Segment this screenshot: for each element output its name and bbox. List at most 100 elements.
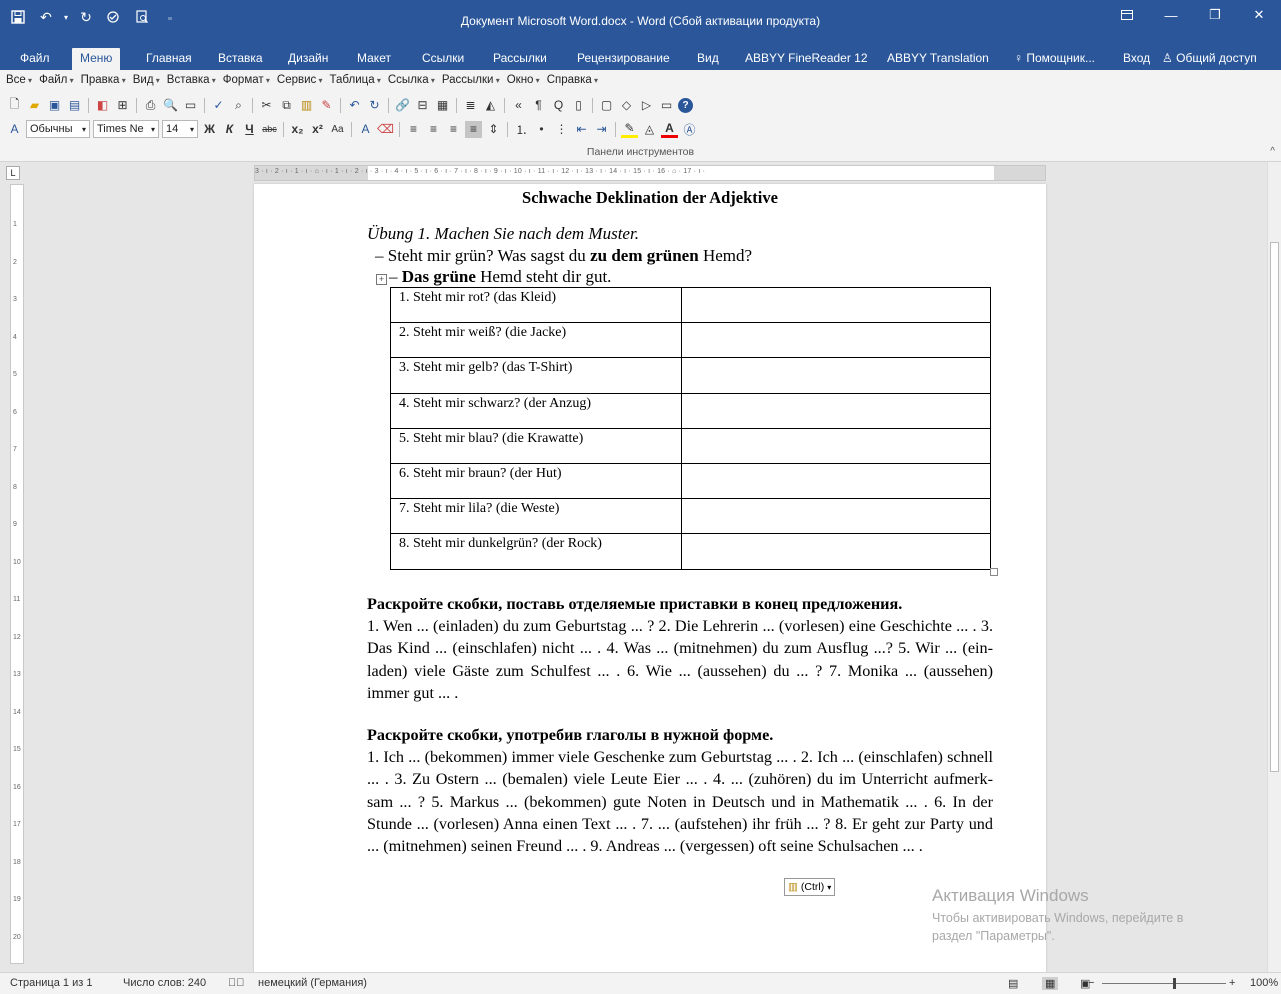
menu-link[interactable]: Ссылка (388, 74, 435, 92)
read-mode-icon[interactable]: ▤ (1008, 977, 1018, 990)
answer-cell[interactable] (681, 427, 991, 464)
answer-cell[interactable] (681, 462, 991, 500)
open-folder-icon[interactable]: ▰ (26, 97, 43, 114)
collapse-ribbon-icon[interactable]: ^ (1270, 146, 1275, 157)
zoom-slider[interactable] (1102, 983, 1226, 984)
tables-borders-icon[interactable]: ⊟ (414, 97, 431, 114)
decrease-indent-icon[interactable]: ⇤ (573, 121, 590, 138)
bullets-icon[interactable]: • (533, 121, 550, 138)
spelling-icon[interactable]: ✓ (210, 97, 227, 114)
tab-selector-icon[interactable]: L (6, 166, 20, 180)
quote-icon[interactable]: « (510, 97, 527, 114)
table-cell[interactable]: 1. Steht mir rot? (das Kleid) (390, 286, 682, 324)
answer-cell[interactable] (681, 533, 991, 570)
copy-icon[interactable]: ⧉ (278, 97, 295, 114)
style-select[interactable]: Обычны ▾ (26, 120, 90, 138)
insert-table-icon[interactable]: ▦ (434, 97, 451, 114)
menu-all[interactable]: Все (6, 74, 32, 92)
page-setup-icon[interactable]: ▭ (182, 97, 199, 114)
menu-view[interactable]: Вид (133, 74, 160, 92)
dropdown-arrow-icon[interactable]: ▾ (62, 6, 70, 28)
table-cell[interactable]: 2. Steht mir weiß? (die Jacke) (390, 322, 682, 359)
document-page[interactable]: Schwache Deklination der Adjektive Übung… (254, 184, 1046, 974)
zoom-icon[interactable]: Q (550, 97, 567, 114)
clear-formatting-icon[interactable]: ⌫ (377, 121, 394, 138)
tab-insert[interactable]: Вставка (218, 48, 263, 70)
table-cell[interactable]: 4. Steht mir schwarz? (der Anzug) (390, 392, 682, 429)
paste-icon[interactable]: ▥ (298, 97, 315, 114)
tab-abbyy-finereader[interactable]: ABBYY FineReader 12 (745, 48, 868, 70)
underline-icon[interactable]: Ч (241, 121, 258, 138)
menu-mailings[interactable]: Рассылки (442, 74, 500, 92)
spellcheck-icon[interactable] (102, 6, 126, 28)
menu-file[interactable]: Файл (39, 74, 74, 92)
subscript-icon[interactable]: x₂ (289, 121, 306, 138)
window-icon[interactable]: ▭ (658, 97, 675, 114)
numbering-icon[interactable]: ⒈ (513, 121, 530, 138)
answer-cell[interactable] (681, 286, 991, 324)
change-case-icon[interactable]: Aa (329, 121, 346, 138)
print-preview-icon[interactable]: 🔍 (162, 97, 179, 114)
format-painter-icon[interactable]: ✎ (318, 97, 335, 114)
text-highlight-icon[interactable]: A (357, 121, 374, 138)
vertical-ruler[interactable]: 1 2 3 4 5 6 7 8 9 10 11 12 13 14 15 16 1… (10, 184, 24, 964)
scrollbar-thumb[interactable] (1270, 242, 1279, 772)
table-resize-handle[interactable] (990, 568, 998, 576)
zoom-out-icon[interactable]: − (1088, 977, 1094, 989)
highlight-color-icon[interactable]: ✎ (621, 121, 638, 138)
italic-icon[interactable]: К (221, 121, 238, 138)
word-count[interactable]: Число слов: 240 (123, 977, 206, 989)
language-indicator[interactable]: немецкий (Германия) (258, 977, 367, 989)
restore-icon[interactable]: ❐ (1193, 0, 1237, 30)
undo-icon[interactable]: ↶ (346, 97, 363, 114)
zoom-in-icon[interactable]: + (1229, 977, 1235, 989)
hyperlink-icon[interactable]: 🔗 (394, 97, 411, 114)
font-color-icon[interactable]: A (661, 121, 678, 138)
tab-design[interactable]: Дизайн (288, 48, 328, 70)
print-preview-icon[interactable] (130, 6, 154, 28)
zoom-level[interactable]: 100% (1250, 977, 1278, 989)
menu-edit[interactable]: Правка (81, 74, 126, 92)
research-icon[interactable]: ⌕ (230, 97, 247, 114)
line-spacing-icon[interactable]: ⇕ (485, 121, 502, 138)
paste-options-button[interactable]: ▥ (Ctrl) ▾ (784, 878, 836, 896)
font-size-select[interactable]: 14 ▾ (162, 120, 198, 138)
help-icon[interactable]: ? (678, 97, 693, 113)
print-layout-icon[interactable]: ▦ (1042, 977, 1059, 990)
font-select[interactable]: Times Ne ▾ (93, 120, 159, 138)
columns-icon[interactable]: ≣ (462, 97, 479, 114)
menu-tools[interactable]: Сервис (277, 74, 323, 92)
bold-icon[interactable]: Ж (201, 121, 218, 138)
answer-cell[interactable] (681, 498, 991, 535)
vertical-scrollbar[interactable] (1267, 162, 1281, 972)
strikethrough-icon[interactable]: abc (261, 121, 278, 138)
styles-pane-icon[interactable]: A (6, 121, 23, 138)
menu-table[interactable]: Таблица (330, 74, 381, 92)
comment-icon[interactable]: ▢ (598, 97, 615, 114)
text-effects-icon[interactable]: Ⓐ (681, 121, 698, 138)
tab-review[interactable]: Рецензирование (577, 48, 670, 70)
menu-format[interactable]: Формат (223, 74, 270, 92)
undo-icon[interactable]: ↶ (34, 6, 58, 28)
tab-file[interactable]: Файл (20, 48, 50, 70)
menu-window[interactable]: Окно (507, 74, 540, 92)
tab-menu[interactable]: Меню (72, 48, 121, 70)
permission-icon[interactable]: ◧ (94, 97, 111, 114)
minimize-icon[interactable]: — (1149, 0, 1193, 30)
table-cell[interactable]: 7. Steht mir lila? (die Weste) (390, 498, 682, 535)
align-center-icon[interactable]: ≡ (425, 121, 442, 138)
tab-mailings[interactable]: Рассылки (493, 48, 547, 70)
ribbon-display-options-icon[interactable] (1105, 0, 1149, 30)
drawing-icon[interactable]: ◭ (482, 97, 499, 114)
close-icon[interactable]: ✕ (1237, 0, 1281, 30)
new-document-icon[interactable]: 🗋 (6, 97, 23, 114)
tab-references[interactable]: Ссылки (422, 48, 464, 70)
tab-view[interactable]: Вид (697, 48, 719, 70)
answer-cell[interactable] (681, 357, 991, 394)
proofing-icon[interactable]: ▯⃞ (228, 977, 245, 989)
tab-home[interactable]: Главная (146, 48, 192, 70)
tab-abbyy-translation[interactable]: ABBYY Translation (887, 48, 989, 70)
reading-layout-icon[interactable]: ▯ (570, 97, 587, 114)
customize-qat-icon[interactable]: ₌ (158, 6, 182, 28)
tab-layout[interactable]: Макет (357, 48, 391, 70)
